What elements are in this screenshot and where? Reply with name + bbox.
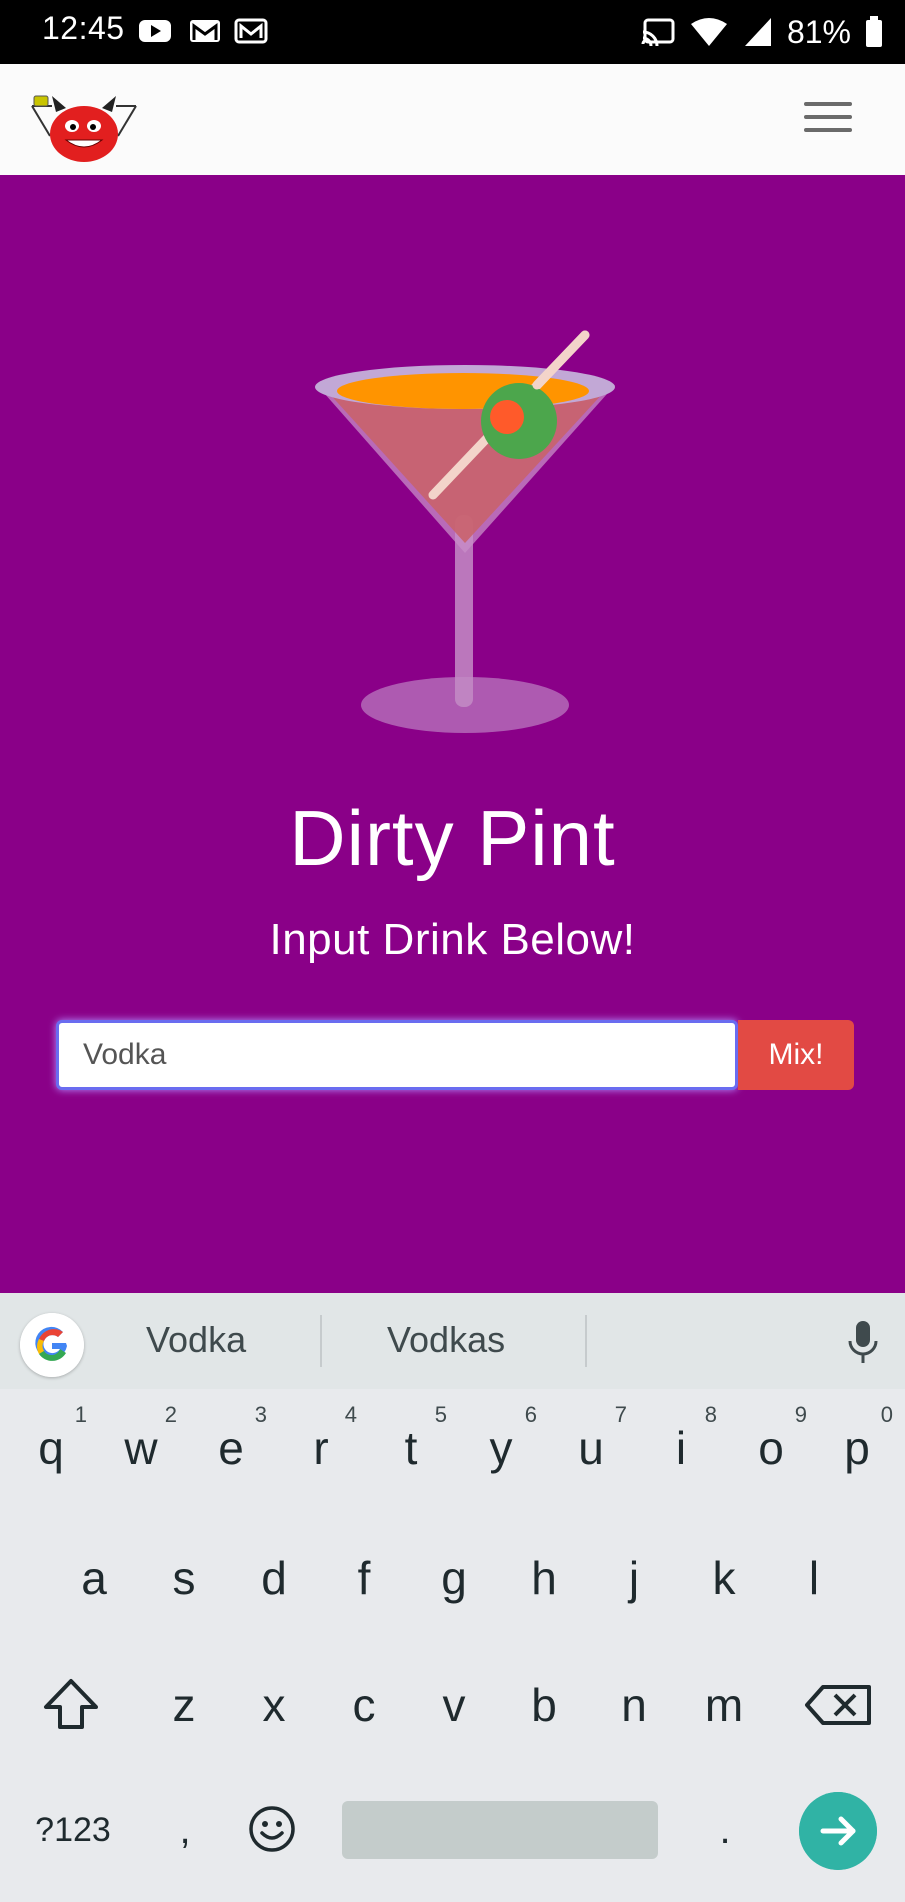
- backspace-key-icon[interactable]: [793, 1651, 883, 1759]
- hamburger-menu-button[interactable]: [800, 94, 862, 140]
- menu-line: [804, 102, 852, 106]
- youtube-icon: [139, 20, 171, 42]
- martini-glass-icon: [315, 330, 615, 733]
- suggestion-bar: Vodka Vodkas: [0, 1293, 905, 1389]
- key-z[interactable]: z: [140, 1651, 228, 1759]
- key-w[interactable]: 2w: [97, 1394, 185, 1502]
- key-r[interactable]: 4r: [277, 1394, 365, 1502]
- key-j[interactable]: j: [590, 1524, 678, 1632]
- suggestion-2[interactable]: Vodkas: [387, 1319, 505, 1361]
- key-p[interactable]: 0p: [813, 1394, 901, 1502]
- key-n[interactable]: n: [590, 1651, 678, 1759]
- cast-icon: [641, 18, 675, 47]
- key-s[interactable]: s: [140, 1524, 228, 1632]
- key-v[interactable]: v: [410, 1651, 498, 1759]
- space-key[interactable]: [342, 1801, 658, 1859]
- key-l[interactable]: l: [770, 1524, 858, 1632]
- key-u[interactable]: 7u: [547, 1394, 635, 1502]
- suggestion-divider: [320, 1315, 322, 1367]
- menu-line: [804, 115, 852, 119]
- signal-icon: [744, 18, 771, 46]
- symbols-key[interactable]: ?123: [18, 1780, 128, 1880]
- app-title: Dirty Pint: [289, 794, 616, 882]
- status-bar: 12:45 81%: [0, 0, 905, 64]
- battery-percentage: 81%: [786, 13, 851, 50]
- period-key[interactable]: .: [700, 1780, 750, 1880]
- hero-section: Dirty Pint Input Drink Below! Mix!: [0, 175, 905, 1293]
- suggestion-divider: [585, 1315, 587, 1367]
- menu-line: [804, 128, 852, 132]
- key-i[interactable]: 8i: [637, 1394, 725, 1502]
- key-d[interactable]: d: [230, 1524, 318, 1632]
- emoji-key-icon[interactable]: [246, 1803, 298, 1855]
- system-icons: 81%: [641, 10, 883, 54]
- wifi-icon: [690, 18, 727, 46]
- battery-icon: [866, 16, 882, 47]
- enter-arrow-icon[interactable]: [799, 1792, 877, 1870]
- key-c[interactable]: c: [320, 1651, 408, 1759]
- gmail-icon: [190, 20, 220, 42]
- key-g[interactable]: g: [410, 1524, 498, 1632]
- shift-key-icon[interactable]: [26, 1651, 116, 1759]
- app-subtitle: Input Drink Below!: [269, 915, 636, 964]
- suggestion-1[interactable]: Vodka: [146, 1319, 246, 1361]
- gmail-icon: [234, 18, 268, 44]
- drink-input[interactable]: [56, 1020, 738, 1090]
- clock: 12:45: [42, 10, 125, 46]
- key-q[interactable]: 1q: [7, 1394, 95, 1502]
- comma-key[interactable]: ,: [160, 1780, 210, 1880]
- mix-button[interactable]: Mix!: [738, 1020, 854, 1090]
- google-icon[interactable]: [20, 1313, 84, 1377]
- key-o[interactable]: 9o: [727, 1394, 815, 1502]
- key-e[interactable]: 3e: [187, 1394, 275, 1502]
- key-m[interactable]: m: [680, 1651, 768, 1759]
- key-b[interactable]: b: [500, 1651, 588, 1759]
- key-x[interactable]: x: [230, 1651, 318, 1759]
- key-k[interactable]: k: [680, 1524, 768, 1632]
- drink-search-row: Mix!: [56, 1020, 856, 1096]
- key-f[interactable]: f: [320, 1524, 408, 1632]
- app-header: [0, 64, 905, 175]
- devil-mascot-logo-icon[interactable]: [30, 92, 138, 164]
- key-t[interactable]: 5t: [367, 1394, 455, 1502]
- key-a[interactable]: a: [50, 1524, 138, 1632]
- key-y[interactable]: 6y: [457, 1394, 545, 1502]
- key-h[interactable]: h: [500, 1524, 588, 1632]
- microphone-icon[interactable]: [846, 1319, 880, 1365]
